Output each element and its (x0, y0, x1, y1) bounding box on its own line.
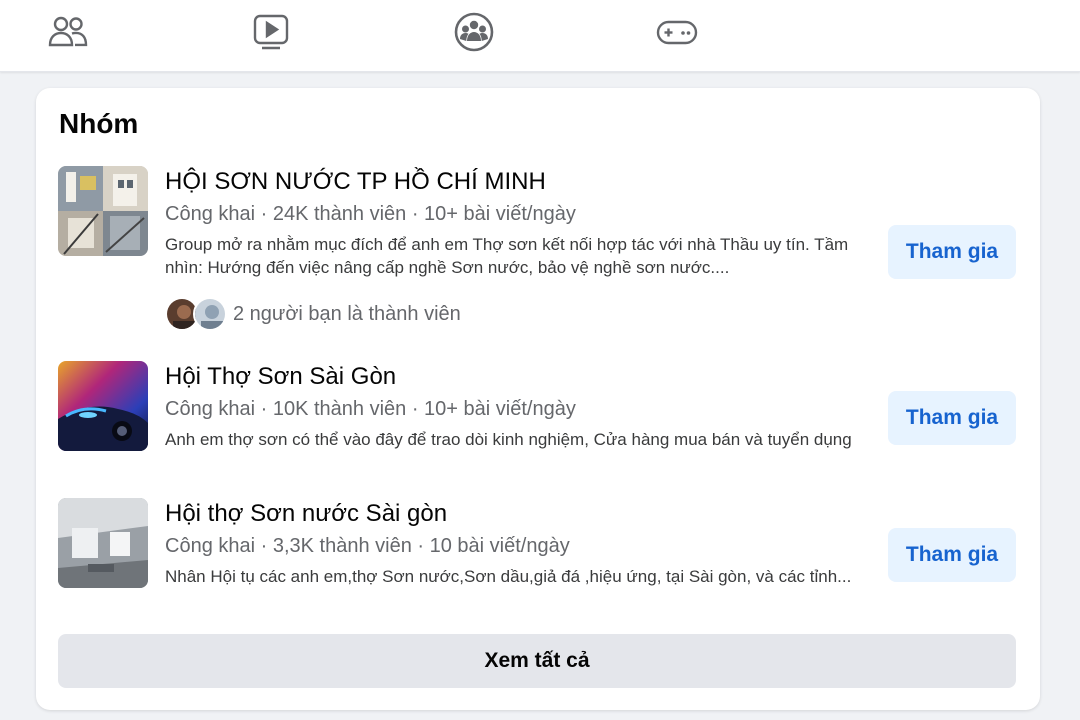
group-meta: Công khai · 3,3K thành viên · 10 bài viế… (165, 535, 570, 557)
friends-icon[interactable] (46, 12, 90, 52)
mutual-friends: 2 người bạn là thành viên (165, 296, 461, 332)
join-group-button[interactable]: Tham gia (888, 225, 1016, 279)
group-description: Nhân Hội tụ các anh em,thợ Sơn nước,Sơn … (165, 567, 852, 586)
group-name[interactable]: Hội Thợ Sơn Sài Gòn (165, 363, 396, 391)
group-name[interactable]: Hội thợ Sơn nước Sài gòn (165, 500, 447, 528)
friend-avatar (193, 297, 227, 331)
section-title: Nhóm (59, 108, 139, 139)
group-description: Group mở ra nhằm mục đích để anh em Thợ … (165, 235, 849, 277)
group-meta: Công khai · 10K thành viên · 10+ bài viế… (165, 398, 576, 420)
top-navigation-bar (0, 0, 1080, 72)
group-item[interactable]: Hội thợ Sơn nước Sài gòn Công khai · 3,3… (58, 498, 1016, 618)
see-all-button[interactable]: Xem tất cả (58, 634, 1016, 688)
join-group-button[interactable]: Tham gia (888, 391, 1016, 445)
mutual-friends-text: 2 người bạn là thành viên (233, 302, 461, 325)
group-meta: Công khai · 24K thành viên · 10+ bài viế… (165, 203, 576, 225)
group-item[interactable]: Hội Thợ Sơn Sài Gòn Công khai · 10K thàn… (58, 361, 1016, 481)
groups-icon[interactable] (452, 12, 496, 52)
group-cover-image[interactable] (58, 166, 148, 256)
group-name[interactable]: HỘI SƠN NƯỚC TP HỒ CHÍ MINH (165, 168, 546, 196)
gaming-icon[interactable] (655, 12, 699, 52)
join-group-button[interactable]: Tham gia (888, 528, 1016, 582)
group-item[interactable]: HỘI SƠN NƯỚC TP HỒ CHÍ MINH Công khai · … (58, 166, 1016, 336)
watch-icon[interactable] (249, 12, 293, 52)
group-cover-image[interactable] (58, 498, 148, 588)
groups-card: Nhóm HỘI SƠN NƯỚC TP HỒ CHÍ MINH Công kh… (36, 88, 1040, 710)
group-cover-image[interactable] (58, 361, 148, 451)
group-description: Anh em thợ sơn có thể vào đây để trao dò… (165, 430, 852, 449)
